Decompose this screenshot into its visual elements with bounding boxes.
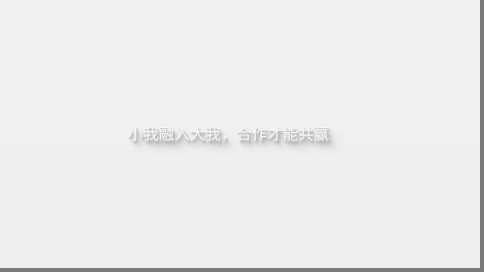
slide: 小我融入大我，合作才能共赢 <box>0 0 484 272</box>
slide-tagline: 小我融入大我，合作才能共赢 <box>128 125 330 143</box>
slide-background: 小我融入大我，合作才能共赢 <box>0 0 480 268</box>
